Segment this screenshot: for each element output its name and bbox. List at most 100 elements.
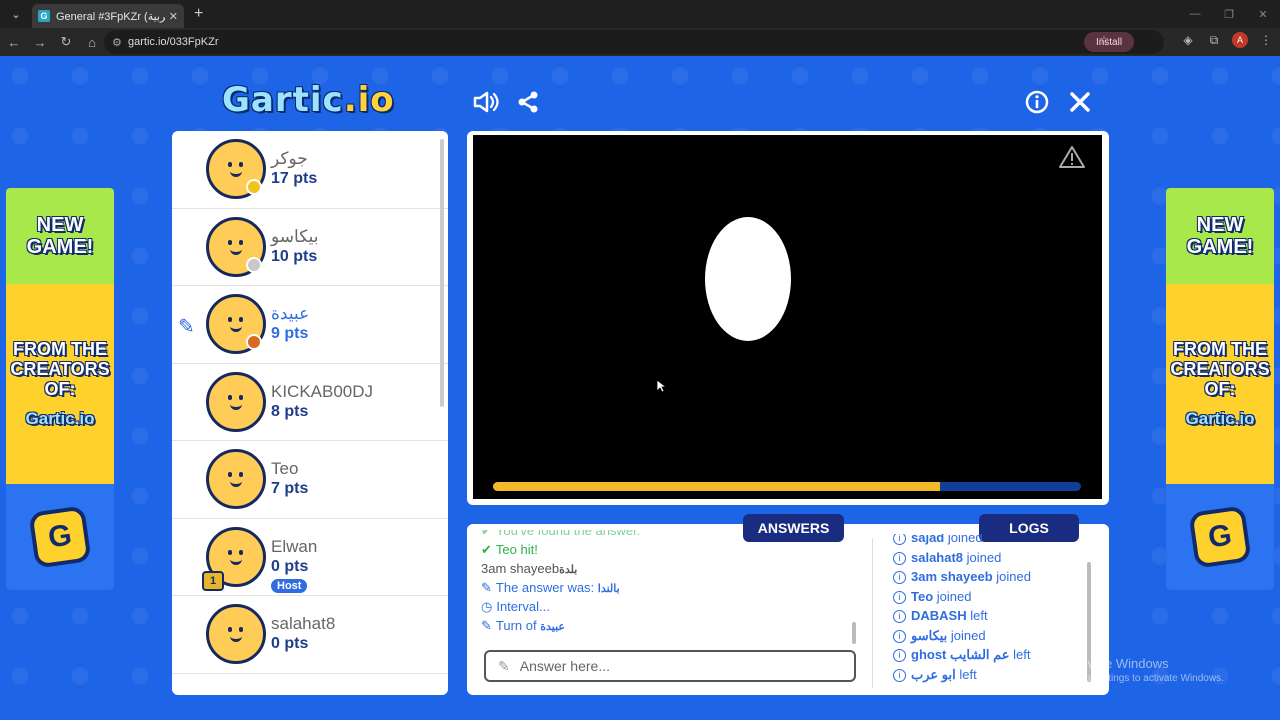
report-warning-icon[interactable] <box>1058 145 1086 169</box>
player-row[interactable]: KICKAB00DJ 8 pts <box>172 364 448 441</box>
log-action: left <box>1013 647 1031 662</box>
mouse-cursor-icon <box>656 379 666 393</box>
round-timer-bar <box>493 482 1081 491</box>
logs-list[interactable]: i sajad joined i salahat8 joined i 3am shayee… <box>893 534 1093 689</box>
site-info-icon[interactable]: ⚙ <box>112 36 128 49</box>
player-info: عبيدة 9 pts <box>271 304 309 343</box>
ad-brand: Gartic.io <box>25 409 95 428</box>
reload-icon[interactable]: ↻ <box>54 34 78 50</box>
ad-headline: NEW GAME! <box>1166 188 1274 284</box>
ad-subline: FROM THE CREATORS OF: <box>10 339 110 399</box>
new-tab-button[interactable]: + <box>194 5 203 23</box>
player-info: Elwan 0 pts Host <box>271 537 317 594</box>
player-row[interactable]: 1 Elwan 0 pts Host <box>172 519 448 596</box>
answer-row: ✎ Turn of عبيدة <box>481 616 861 635</box>
toolbar-actions: ☆ ◈ ⧉ A ⋮ <box>1096 32 1274 48</box>
log-action: joined <box>996 569 1031 584</box>
favicon-icon: G <box>38 10 50 22</box>
avatar-face <box>222 156 250 182</box>
extension-icon[interactable]: ◈ <box>1180 33 1196 47</box>
player-row[interactable]: Teo 7 pts <box>172 441 448 519</box>
rank-trophy-icon: 1 <box>202 570 224 591</box>
ad-badge-area: G <box>1166 484 1274 590</box>
player-row[interactable]: جوكر 17 pts <box>172 131 448 209</box>
status-dot <box>246 256 262 273</box>
log-action: joined <box>947 534 983 545</box>
answer-row: ✔ You've found the answer. <box>481 530 861 540</box>
close-icon[interactable] <box>1066 88 1094 116</box>
log-info-icon: i <box>893 551 906 565</box>
tab-close-icon[interactable]: ✕ <box>169 10 178 23</box>
share-icon[interactable] <box>514 88 542 116</box>
log-action: left <box>959 666 977 682</box>
player-row[interactable]: ✎ عبيدة 9 pts <box>172 286 448 364</box>
host-badge: Host <box>271 578 308 593</box>
players-scrollbar[interactable] <box>440 139 444 407</box>
gartic-logo[interactable]: Gartic.io <box>222 80 395 122</box>
answer-extra: عبيدة <box>540 621 565 633</box>
home-icon[interactable]: ⌂ <box>80 35 104 50</box>
log-info-icon: i <box>893 629 906 643</box>
forward-icon[interactable]: → <box>28 35 52 50</box>
player-row[interactable]: salahat8 0 pts <box>172 596 448 674</box>
status-dot <box>246 179 262 195</box>
log-user: ghost عم الشايب <box>911 647 1010 662</box>
player-name: KICKAB00DJ <box>271 381 374 401</box>
player-name: بيكاسو <box>271 226 319 246</box>
player-name: عبيدة <box>271 304 310 323</box>
log-action: left <box>970 608 988 623</box>
player-name: salahat8 <box>271 614 336 633</box>
log-row: i DABASH left <box>893 606 1093 626</box>
player-name: Elwan <box>271 536 318 556</box>
player-name: جوكر <box>271 149 308 168</box>
player-info: KICKAB00DJ 8 pts <box>271 382 373 421</box>
log-action: joined <box>966 549 1002 565</box>
avatar[interactable] <box>206 449 266 509</box>
url-text: gartic.io/033FpKZr <box>128 36 219 48</box>
minimize-icon[interactable]: — <box>1178 0 1212 28</box>
windows-watermark: Activate Windows Go to Settings to activ… <box>1066 656 1224 684</box>
window-close-icon[interactable]: ✕ <box>1246 0 1280 28</box>
left-ad-banner[interactable]: NEW GAME! FROM THE CREATORS OF: Gartic.i… <box>6 188 114 590</box>
player-points: 7 pts <box>271 480 309 497</box>
ad-badge-area: G <box>6 484 114 590</box>
check-icon: ✔ <box>481 530 492 538</box>
back-icon[interactable]: ← <box>2 35 26 50</box>
answer-row: ◷ Interval... <box>481 597 861 616</box>
avatar-face <box>222 621 250 647</box>
log-row: i Teo joined <box>893 587 1093 607</box>
logo-suffix: .io <box>343 80 395 120</box>
bookmark-star-icon[interactable]: ☆ <box>1096 33 1112 47</box>
log-user: salahat8 <box>911 549 964 565</box>
menu-kebab-icon[interactable]: ⋮ <box>1258 33 1274 47</box>
tab-search-icon[interactable]: ⌄ <box>4 4 28 24</box>
avatar-face <box>222 234 250 260</box>
answer-extra: بلدة <box>559 564 578 576</box>
sound-icon[interactable] <box>472 88 500 116</box>
avatar-face <box>222 466 250 492</box>
log-user: 3am shayeeb <box>911 569 993 584</box>
address-bar[interactable]: ⚙ gartic.io/033FpKZr <box>104 30 1164 54</box>
answers-scrollbar[interactable] <box>852 622 856 644</box>
players-list[interactable]: جوكر 17 pts بيكاسو 10 pts ✎ عبيدة 9 pts KICKAB0… <box>172 131 448 695</box>
restore-icon[interactable]: ❐ <box>1212 0 1246 28</box>
profile-avatar[interactable]: A <box>1232 32 1248 48</box>
extensions-puzzle-icon[interactable]: ⧉ <box>1206 33 1222 48</box>
drawing-canvas[interactable] <box>473 135 1102 499</box>
answers-list[interactable]: ✔ You've found the answer. ✔ Teo hit! 3am sh… <box>481 530 861 642</box>
logo-main: Gartic <box>222 80 344 120</box>
browser-tab[interactable]: G General #3FpKZr (العربية) - Gartic ✕ <box>32 4 184 28</box>
avatar[interactable] <box>206 371 266 432</box>
player-row[interactable]: بيكاسو 10 pts <box>172 209 448 286</box>
chat-panel: ANSWERS LOGS ✔ You've found the answer. ✔ T… <box>467 514 1109 695</box>
avatar[interactable] <box>206 604 266 664</box>
log-action: joined <box>936 588 972 604</box>
player-info: Teo 7 pts <box>271 459 308 498</box>
right-ad-banner[interactable]: NEW GAME! FROM THE CREATORS OF: Gartic.i… <box>1166 188 1274 590</box>
answer-input[interactable]: ✎ Answer here... <box>484 650 856 682</box>
player-points: 9 pts <box>271 325 309 342</box>
log-row: i 3am shayeeb joined <box>893 567 1093 587</box>
player-info: جوكر 17 pts <box>271 149 317 188</box>
info-icon[interactable] <box>1023 88 1051 116</box>
log-info-icon: i <box>893 534 906 546</box>
